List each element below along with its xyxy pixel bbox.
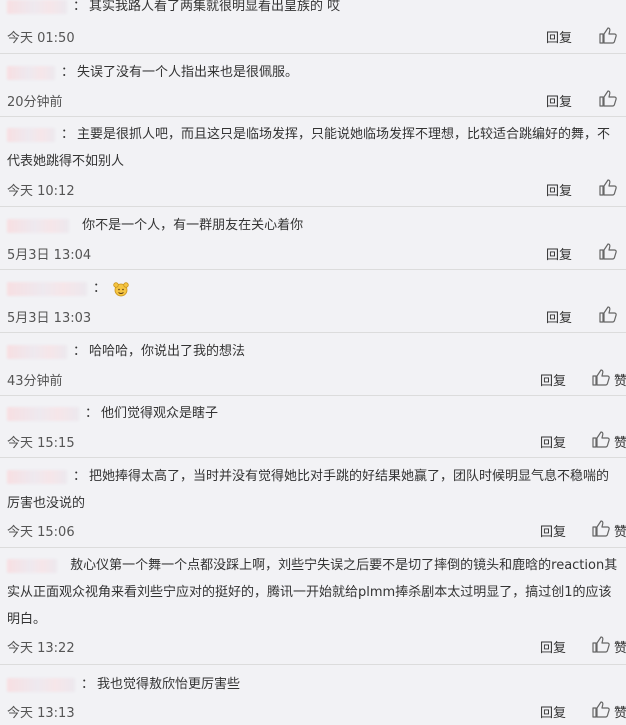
comment-text-line: ：主要是很抓人吧，而且这只是临场发挥，只能说她临场发挥不理想，比较适合跳编好的舞… [7,127,611,169]
comment-time: 今天 15:06 [7,525,75,540]
comment-time: 今天 13:22 [7,641,75,656]
comment-text: 其实我路人看了两集就很明显看出皇族的 哎 [89,0,341,14]
comment-text-line: 你不是一个人，有一群朋友在关心着你 [7,212,622,239]
reply-button[interactable]: 回复 [546,307,572,326]
comment-text: 敖心仪第一个舞一个点都没踩上啊，刘些宁失误之后要不是切了摔倒的镜头和鹿晗的rea… [7,558,618,627]
reply-button[interactable]: 回复 [540,702,566,721]
reply-button[interactable]: 回复 [540,432,566,451]
comment-time: 今天 10:12 [7,184,75,199]
reply-button[interactable]: 回复 [546,180,572,199]
comment-item: ：失误了没有一个人指出来也是很佩服。 20分钟前 回复 [0,54,626,117]
comment-item: 敖心仪第一个舞一个点都没踩上啊，刘些宁失误之后要不是切了摔倒的镜头和鹿晗的rea… [0,548,626,665]
thumbs-up-icon[interactable] [592,369,610,386]
thumbs-up-icon[interactable] [592,636,610,653]
username-blurred[interactable] [7,558,57,573]
like-label[interactable]: 赞 [614,521,626,540]
like-label[interactable]: 赞 [614,432,626,451]
reply-button[interactable]: 回复 [546,91,572,110]
like-label[interactable]: 赞 [614,637,626,656]
thumbs-up-icon[interactable] [599,306,617,323]
comment-item: ： 5月3日 13:03 回复 [0,270,626,333]
thumbs-up-icon[interactable] [599,243,617,260]
comment-text: 我也觉得敖欣怡更厉害些 [97,677,241,692]
username-blurred[interactable] [7,65,55,80]
username-blurred[interactable] [7,127,55,142]
reply-button[interactable]: 回复 [540,521,566,540]
thumbs-up-icon[interactable] [592,431,610,448]
thumbs-up-icon[interactable] [599,179,617,196]
comment-text: 他们觉得观众是瞎子 [101,406,219,421]
comment-text: 哈哈哈，你说出了我的想法 [89,344,246,359]
thumbs-up-icon[interactable] [599,27,617,44]
comment-item: ：我也觉得敖欣怡更厉害些 今天 13:13 回复 赞 [0,665,626,725]
comment-text: 主要是很抓人吧，而且这只是临场发挥，只能说她临场发挥不理想，比较适合跳编好的舞，… [7,127,611,169]
comment-list: ：其实我路人看了两集就很明显看出皇族的 哎 今天 01:50 回复 ：失误了没有… [0,0,626,725]
comment-time: 今天 13:13 [7,706,75,721]
username-blurred[interactable] [7,344,67,359]
comment-text-line: ：其实我路人看了两集就很明显看出皇族的 哎 [7,0,622,20]
like-label[interactable]: 赞 [614,702,626,721]
comment-text-line: ：哈哈哈，你说出了我的想法 [7,338,622,365]
comment-text: 你不是一个人，有一群朋友在关心着你 [82,218,304,233]
username-blurred[interactable] [7,406,79,421]
comment-text-line: 敖心仪第一个舞一个点都没踩上啊，刘些宁失误之后要不是切了摔倒的镜头和鹿晗的rea… [7,552,622,633]
reply-button[interactable]: 回复 [540,370,566,389]
like-label[interactable]: 赞 [614,370,626,389]
comment-text: 失误了没有一个人指出来也是很佩服。 [77,65,299,80]
comment-text-line: ：他们觉得观众是瞎子 [7,400,622,427]
thumbs-up-icon[interactable] [592,701,610,718]
comment-text-line: ： [7,275,622,302]
thumbs-up-icon[interactable] [592,520,610,537]
username-blurred[interactable] [7,469,67,484]
username-blurred[interactable] [7,218,69,233]
reply-button[interactable]: 回复 [540,637,566,656]
comment-item: ：把她捧得太高了，当时并没有觉得她比对手跳的好结果她赢了，团队时候明显气息不稳喘… [0,458,626,548]
comment-text-line: ：我也觉得敖欣怡更厉害些 [7,671,622,698]
thumbs-up-icon[interactable] [599,90,617,107]
reply-button[interactable]: 回复 [546,27,572,46]
comment-time: 5月3日 13:03 [7,311,92,326]
reply-button[interactable]: 回复 [546,244,572,263]
comment-text-line: ：失误了没有一个人指出来也是很佩服。 [7,59,622,86]
username-blurred[interactable] [7,281,87,296]
comment-item: 你不是一个人，有一群朋友在关心着你 5月3日 13:04 回复 [0,207,626,270]
comment-item: ：其实我路人看了两集就很明显看出皇族的 哎 今天 01:50 回复 [0,0,626,54]
comment-time: 今天 15:15 [7,436,75,451]
comment-item: ：他们觉得观众是瞎子 今天 15:15 回复 赞 [0,396,626,458]
comment-time: 今天 01:50 [7,31,75,46]
comment-text: 把她捧得太高了，当时并没有觉得她比对手跳的好结果她赢了，团队时候明显气息不稳喘的… [7,469,610,511]
username-blurred[interactable] [7,677,75,692]
comment-item: ：主要是很抓人吧，而且这只是临场发挥，只能说她临场发挥不理想，比较适合跳编好的舞… [0,117,626,207]
comment-item: ：哈哈哈，你说出了我的想法 43分钟前 回复 赞 [0,333,626,396]
comment-time: 20分钟前 [7,95,63,110]
comment-time: 5月3日 13:04 [7,248,92,263]
username-blurred[interactable] [7,0,67,14]
comment-text-line: ：把她捧得太高了，当时并没有觉得她比对手跳的好结果她赢了，团队时候明显气息不稳喘… [7,469,610,511]
cheering-emoji-icon [113,281,129,296]
comment-time: 43分钟前 [7,374,63,389]
